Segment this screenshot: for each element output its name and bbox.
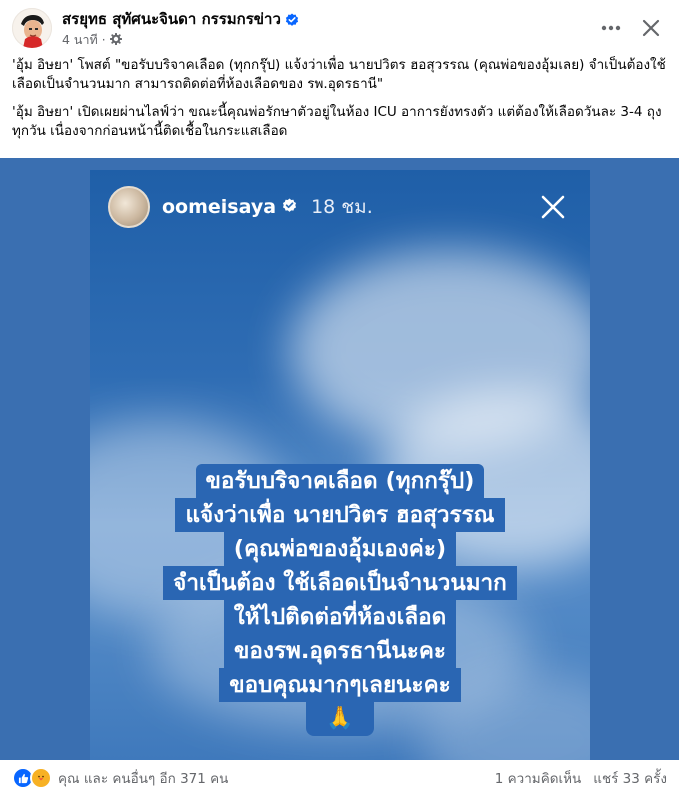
- care-icon: [30, 767, 52, 789]
- reaction-icons: [12, 767, 52, 789]
- story-message-line: ขอรับบริจาคเลือด (ทุกกรุ๊ป): [195, 464, 485, 498]
- story-message-line: ให้ไปติดต่อที่ห้องเลือด: [223, 600, 457, 634]
- author-name[interactable]: สรยุทธ สุทัศนะจินดา กรรมกรข่าว: [62, 10, 281, 29]
- author-row: สรยุทธ สุทัศนะจินดา กรรมกรข่าว: [62, 10, 299, 29]
- verified-badge-icon: [285, 13, 299, 27]
- story-message-line: (คุณพ่อของอุ้มเองค่ะ): [223, 532, 457, 566]
- story-message-line: แจ้งว่าเพื่อ นายปวิตร ฮอสุวรรณ: [175, 498, 505, 532]
- avatar[interactable]: [12, 8, 52, 48]
- post-time[interactable]: 4 นาที: [62, 30, 98, 50]
- close-post-button[interactable]: [635, 12, 667, 44]
- story-avatar: [108, 186, 150, 228]
- facebook-post: สรยุทธ สุทัศนะจินดา กรรมกรข่าว 4 นาที ·: [0, 0, 679, 798]
- comments-count[interactable]: 1 ความคิดเห็น: [495, 767, 582, 789]
- praying-hands-icon: 🙏: [306, 702, 374, 736]
- post-text: 'อุ้ม อิษยา' โพสต์ "ขอรับบริจาคเลือด (ทุ…: [12, 56, 667, 150]
- post-paragraph: 'อุ้ม อิษยา' โพสต์ "ขอรับบริจาคเลือด (ทุ…: [12, 57, 666, 92]
- story-screenshot: oomeisaya 18 ชม. ขอรับบริจาคเลือด (ทุกกร…: [90, 170, 590, 760]
- story-user: oomeisaya 18 ชม.: [162, 192, 373, 222]
- post-meta: 4 นาที ·: [62, 30, 299, 50]
- engagement-counts: 1 ความคิดเห็น แชร์ 33 ครั้ง: [495, 767, 667, 789]
- story-header: oomeisaya 18 ชม.: [108, 184, 574, 230]
- story-message-line: ของรพ.อุดรธานีนะคะ: [224, 634, 456, 668]
- post-header: สรยุทธ สุทัศนะจินดา กรรมกรข่าว 4 นาที ·: [12, 8, 667, 52]
- story-message-line: ขอบคุณมากๆเลยนะคะ: [219, 668, 461, 702]
- gear-icon[interactable]: [109, 32, 122, 48]
- author-block: สรยุทธ สุทัศนะจินดา กรรมกรข่าว 4 นาที ·: [62, 10, 299, 50]
- verified-badge-icon: [282, 196, 297, 218]
- shares-count[interactable]: แชร์ 33 ครั้ง: [593, 767, 667, 789]
- reactions-count: คุณ และ คนอื่นๆ อีก 371 คน: [58, 771, 229, 787]
- meta-separator: ·: [101, 33, 106, 47]
- more-options-icon: [601, 25, 621, 31]
- post-footer: คุณ และ คนอื่นๆ อีก 371 คน 1 ความคิดเห็น…: [12, 766, 667, 790]
- reactions-summary[interactable]: คุณ และ คนอื่นๆ อีก 371 คน: [12, 767, 228, 789]
- post-media[interactable]: oomeisaya 18 ชม. ขอรับบริจาคเลือด (ทุกกร…: [0, 158, 679, 760]
- header-actions: [595, 12, 667, 44]
- post-paragraph: 'อุ้ม อิษยา' เปิดเผยผ่านไลฟ์ว่า ขณะนี้คุ…: [12, 104, 662, 139]
- story-message: ขอรับบริจาคเลือด (ทุกกรุ๊ป) แจ้งว่าเพื่อ…: [152, 464, 528, 736]
- more-options-button[interactable]: [595, 12, 627, 44]
- story-username: oomeisaya: [162, 196, 277, 218]
- author-avatar-image: [12, 8, 52, 48]
- story-message-line: จำเป็นต้อง ใช้เลือดเป็นจำนวนมาก: [163, 566, 517, 600]
- story-time: 18 ชม.: [311, 196, 373, 218]
- close-icon: [642, 19, 660, 37]
- story-close-icon: [536, 190, 570, 224]
